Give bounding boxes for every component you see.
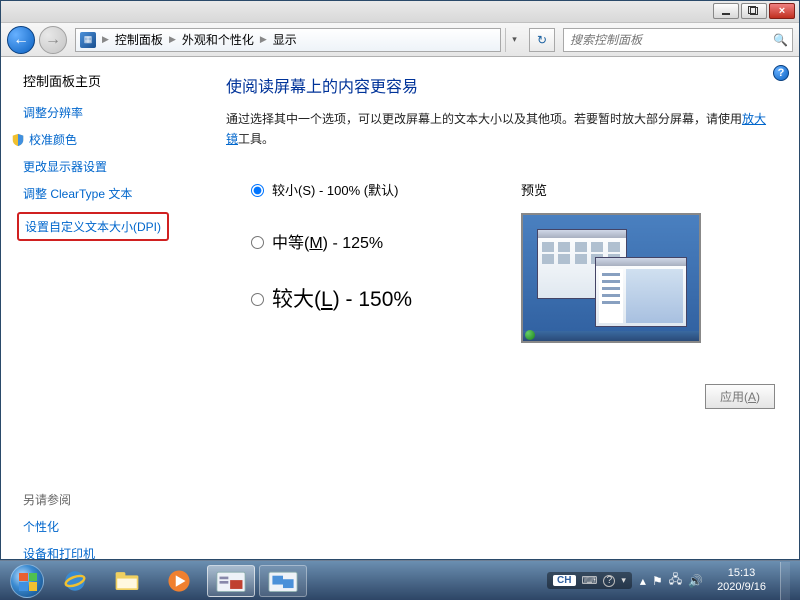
- page-heading: 使阅读屏幕上的内容更容易: [226, 73, 775, 97]
- dpi-label-large: 较大(L) - 150%: [272, 283, 412, 313]
- desc-text-tail: 工具。: [238, 132, 274, 146]
- dpi-option-medium[interactable]: 中等(M) - 125%: [246, 229, 515, 253]
- ime-keyboard-icon[interactable]: ⌨: [582, 574, 598, 587]
- crumb-mid[interactable]: 外观和个性化: [182, 31, 254, 48]
- crumb-sep-icon: ▶: [260, 34, 267, 45]
- navigation-bar: ← → ▦ ▶ 控制面板 ▶ 外观和个性化 ▶ 显示 ▾ ↻ 🔍: [1, 23, 799, 57]
- sidebar-item-display-settings[interactable]: 更改显示器设置: [23, 158, 191, 175]
- minimize-button[interactable]: [713, 3, 739, 19]
- search-input[interactable]: [568, 32, 773, 48]
- refresh-button[interactable]: ↻: [529, 28, 555, 52]
- sidebar-item-calibrate[interactable]: 校准颜色: [29, 131, 77, 148]
- forward-button[interactable]: →: [39, 26, 67, 54]
- dpi-options: 较小(S) - 100% (默认) 中等(M) - 125% 较大(L) - 1…: [226, 180, 515, 343]
- ime-help-icon[interactable]: ?: [603, 575, 615, 587]
- sidebar-seealso-header: 另请参阅: [23, 491, 191, 508]
- search-icon[interactable]: 🔍: [773, 33, 788, 47]
- address-breadcrumb[interactable]: ▦ ▶ 控制面板 ▶ 外观和个性化 ▶ 显示: [75, 28, 501, 52]
- dpi-label-small: 较小(S) - 100% (默认): [272, 180, 398, 199]
- sidebar-home-link[interactable]: 控制面板主页: [23, 71, 191, 90]
- desc-text: 通过选择其中一个选项，可以更改屏幕上的文本大小以及其他项。若要暂时放大部分屏幕，…: [226, 112, 742, 126]
- language-bar[interactable]: CH ⌨ ? ▾: [547, 572, 632, 589]
- help-icon[interactable]: ?: [773, 65, 789, 81]
- address-dropdown-button[interactable]: ▾: [505, 28, 523, 52]
- window-titlebar: ×: [1, 1, 799, 23]
- clock-date: 2020/9/16: [717, 581, 766, 594]
- tray-network-icon[interactable]: 🖧: [669, 570, 682, 591]
- taskbar-clock[interactable]: 15:13 2020/9/16: [711, 567, 772, 593]
- language-indicator[interactable]: CH: [553, 575, 575, 586]
- tray-overflow-icon[interactable]: ▴: [640, 574, 646, 588]
- tray-action-center-icon[interactable]: ⚑: [652, 574, 663, 588]
- dpi-option-large[interactable]: 较大(L) - 150%: [246, 283, 515, 313]
- start-button[interactable]: [6, 564, 48, 598]
- sidebar-item-resolution[interactable]: 调整分辨率: [23, 104, 191, 121]
- dpi-radio-large[interactable]: [251, 293, 264, 306]
- dpi-label-medium: 中等(M) - 125%: [272, 229, 383, 253]
- dpi-radio-small[interactable]: [251, 184, 264, 197]
- control-panel-icon: ▦: [80, 32, 96, 48]
- dpi-radio-medium[interactable]: [251, 236, 264, 249]
- page-description: 通过选择其中一个选项，可以更改屏幕上的文本大小以及其他项。若要暂时放大部分屏幕，…: [226, 109, 775, 150]
- content-pane: ? 使阅读屏幕上的内容更容易 通过选择其中一个选项，可以更改屏幕上的文本大小以及…: [201, 57, 799, 559]
- crumb-sep-icon: ▶: [102, 34, 109, 45]
- ime-menu-chevron-icon[interactable]: ▾: [621, 575, 626, 586]
- preview-image: [521, 213, 701, 343]
- preview-label: 预览: [521, 180, 775, 199]
- clock-time: 15:13: [717, 567, 766, 580]
- back-button[interactable]: ←: [7, 26, 35, 54]
- search-box[interactable]: 🔍: [563, 28, 793, 52]
- taskbar-active-app-2[interactable]: [259, 565, 307, 597]
- dpi-option-small[interactable]: 较小(S) - 100% (默认): [246, 180, 515, 199]
- sidebar-item-custom-dpi[interactable]: 设置自定义文本大小(DPI): [17, 212, 169, 241]
- sidebar-item-cleartype[interactable]: 调整 ClearType 文本: [23, 185, 191, 202]
- taskbar-wmp-icon[interactable]: [155, 565, 203, 597]
- crumb-sep-icon: ▶: [169, 34, 176, 45]
- sidebar-seealso-personalization[interactable]: 个性化: [23, 518, 191, 535]
- shield-icon: [11, 133, 25, 147]
- taskbar-active-app-1[interactable]: [207, 565, 255, 597]
- close-button[interactable]: ×: [769, 3, 795, 19]
- crumb-leaf[interactable]: 显示: [273, 31, 297, 48]
- crumb-root[interactable]: 控制面板: [115, 31, 163, 48]
- sidebar: 控制面板主页 调整分辨率 校准颜色 更改显示器设置 调整 ClearType 文…: [1, 57, 201, 559]
- taskbar: CH ⌨ ? ▾ ▴ ⚑ 🖧 🔊 15:13 2020/9/16: [0, 560, 800, 600]
- taskbar-explorer-icon[interactable]: [103, 565, 151, 597]
- taskbar-ie-icon[interactable]: [51, 565, 99, 597]
- apply-button[interactable]: 应用(A): [705, 384, 775, 409]
- show-desktop-button[interactable]: [780, 562, 790, 600]
- tray-volume-icon[interactable]: 🔊: [688, 574, 703, 588]
- restore-button[interactable]: [741, 3, 767, 19]
